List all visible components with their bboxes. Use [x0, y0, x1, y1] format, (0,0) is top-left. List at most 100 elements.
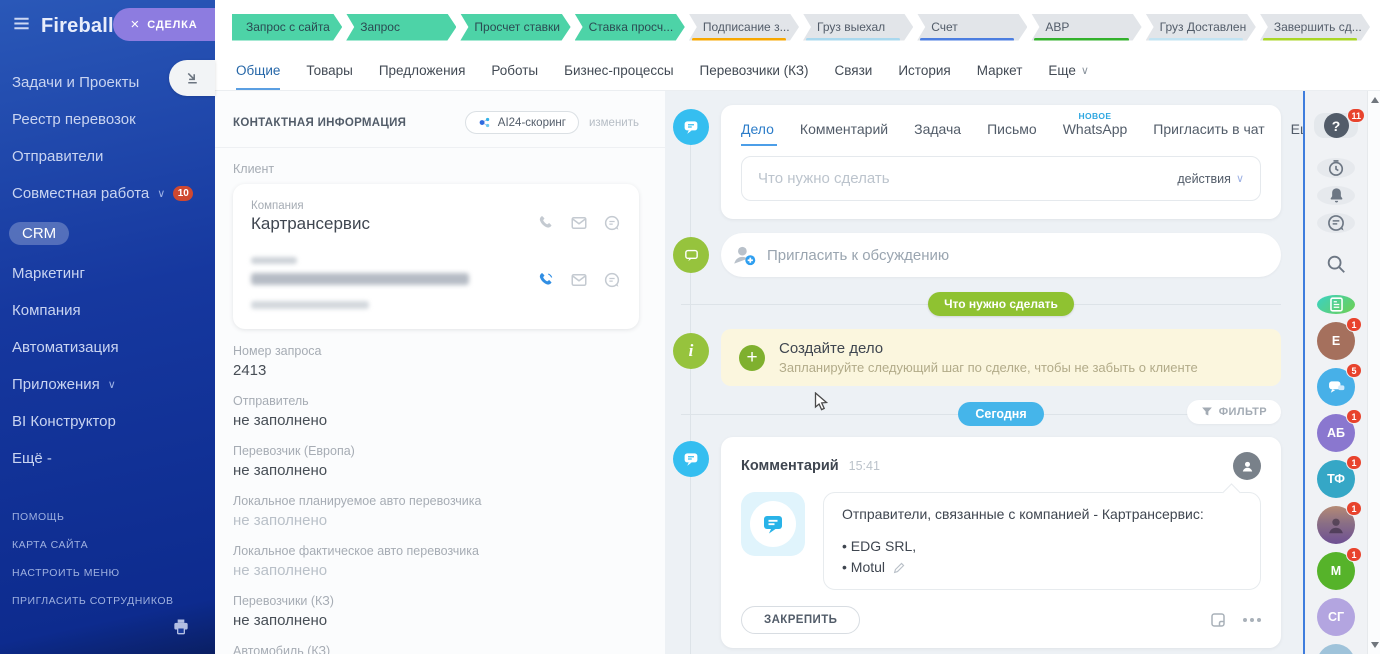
- stage-avr[interactable]: АВР: [1031, 14, 1141, 41]
- company-name[interactable]: Картрансервис: [251, 214, 537, 234]
- hamburger-menu-icon[interactable]: [12, 14, 31, 38]
- field-value[interactable]: не заполнено: [233, 562, 639, 579]
- sidebar-item-transport-registry[interactable]: Реестр перевозок: [0, 101, 215, 138]
- user-avatar[interactable]: 1 ТФ: [1317, 460, 1355, 498]
- tab-quotes[interactable]: Предложения: [366, 50, 479, 90]
- chat-icon[interactable]: [603, 271, 621, 294]
- composer-tab-label: Письмо: [987, 121, 1037, 137]
- edit-link[interactable]: изменить: [589, 117, 639, 129]
- user-avatar[interactable]: 1 АБ: [1317, 414, 1355, 452]
- stage-close-deal[interactable]: Завершить сд...: [1260, 14, 1370, 41]
- sidebar-invite-employees-link[interactable]: ПРИГЛАСИТЬ СОТРУДНИКОВ: [0, 587, 215, 615]
- field-value[interactable]: не заполнено: [233, 462, 639, 479]
- create-activity-hint[interactable]: + Создайте дело Запланируйте следующий ш…: [721, 329, 1281, 386]
- sidebar-item-label: Приложения: [12, 376, 100, 393]
- todo-input[interactable]: Что нужно сделать действия∨: [741, 156, 1261, 201]
- stage-request[interactable]: Запрос: [346, 14, 456, 41]
- phone-icon[interactable]: [537, 214, 555, 237]
- tab-general[interactable]: Общие: [223, 50, 293, 90]
- tab-robots[interactable]: Роботы: [478, 50, 551, 90]
- page-scrollbar[interactable]: [1367, 91, 1380, 654]
- stage-underline: [1263, 38, 1357, 41]
- composer-tab-comment[interactable]: Комментарий: [800, 121, 888, 146]
- printer-icon[interactable]: [171, 617, 191, 642]
- composer-tab-activity[interactable]: Дело: [741, 121, 774, 146]
- field-value[interactable]: не заполнено: [233, 612, 639, 629]
- filter-button[interactable]: ФИЛЬТР: [1187, 400, 1281, 424]
- stage-cargo-delivered[interactable]: Груз Доставлен: [1146, 14, 1256, 41]
- composer-tab-invite-to-chat[interactable]: Пригласить в чат: [1153, 121, 1264, 146]
- blurred-contact-name[interactable]: [251, 273, 469, 285]
- sidebar-item-company[interactable]: Компания: [0, 292, 215, 329]
- sidebar-sitemap-link[interactable]: КАРТА САЙТА: [0, 531, 215, 559]
- field-value[interactable]: не заполнено: [233, 512, 639, 529]
- stage-rate-calculation[interactable]: Просчет ставки: [460, 14, 570, 41]
- pencil-icon[interactable]: [893, 561, 906, 574]
- search-button[interactable]: [1317, 253, 1355, 275]
- company-label: Компания: [251, 200, 537, 212]
- chat-avatar[interactable]: 5: [1317, 368, 1355, 406]
- tab-carriers-kz[interactable]: Перевозчики (КЗ): [687, 50, 822, 90]
- stage-rate-calculated[interactable]: Ставка просч...: [575, 14, 685, 41]
- tab-more[interactable]: Еще∨: [1035, 50, 1102, 90]
- composer-tab-task[interactable]: Задача: [914, 121, 961, 146]
- composer-tab-email[interactable]: Письмо: [987, 121, 1037, 146]
- field-value[interactable]: 2413: [233, 362, 639, 379]
- tab-market[interactable]: Маркет: [964, 50, 1036, 90]
- plus-icon[interactable]: +: [739, 345, 765, 371]
- news-feed-button[interactable]: [1317, 295, 1355, 314]
- sidebar-item-more[interactable]: Ещё -: [0, 440, 215, 477]
- sidebar-item-collaboration[interactable]: Совместная работа ∨ 10: [0, 175, 215, 212]
- sidebar-item-senders[interactable]: Отправители: [0, 138, 215, 175]
- app-logo[interactable]: Fireball: [41, 15, 114, 38]
- stage-cargo-departed[interactable]: Груз выехал: [803, 14, 913, 41]
- pin-button[interactable]: ЗАКРЕПИТЬ: [741, 606, 860, 634]
- tab-business-processes[interactable]: Бизнес-процессы: [551, 50, 686, 90]
- sidebar-item-crm[interactable]: CRM: [0, 212, 215, 255]
- tab-links[interactable]: Связи: [822, 50, 886, 90]
- next-step-pill[interactable]: Что нужно сделать: [928, 292, 1074, 316]
- composer-tab-whatsapp[interactable]: НОВОЕWhatsApp: [1063, 121, 1128, 146]
- sidebar-configure-menu-link[interactable]: НАСТРОИТЬ МЕНЮ: [0, 559, 215, 587]
- messenger-button[interactable]: [1317, 213, 1355, 233]
- sidebar-item-bi-builder[interactable]: BI Конструктор: [0, 403, 215, 440]
- stage-signing[interactable]: Подписание з...: [689, 14, 799, 41]
- user-photo-avatar[interactable]: 1: [1317, 506, 1355, 544]
- mail-icon[interactable]: [570, 271, 588, 294]
- tab-products[interactable]: Товары: [293, 50, 365, 90]
- field-carriers-kz: Перевозчики (КЗ) не заполнено: [233, 594, 639, 629]
- author-avatar[interactable]: [1233, 452, 1261, 480]
- notifications-button[interactable]: [1317, 186, 1355, 205]
- note-icon[interactable]: [1209, 611, 1227, 629]
- user-avatar[interactable]: 1 E: [1317, 322, 1355, 360]
- help-button[interactable]: 11 ?: [1314, 113, 1358, 138]
- sidebar-item-automation[interactable]: Автоматизация: [0, 329, 215, 366]
- user-avatar[interactable]: 1 М: [1317, 552, 1355, 590]
- stage-request-from-site[interactable]: Запрос с сайта: [232, 14, 342, 41]
- phone-icon[interactable]: [537, 271, 555, 294]
- chat-icon[interactable]: [603, 214, 621, 237]
- ai-scoring-button[interactable]: AI24-скоринг: [465, 111, 579, 134]
- deal-entity-pill[interactable]: × СДЕЛКА: [113, 8, 215, 41]
- composer-tab-more[interactable]: Еще ∨: [1291, 121, 1303, 146]
- invite-placeholder: Пригласить к обсуждению: [767, 247, 949, 264]
- sidebar-item-apps[interactable]: Приложения ∨: [0, 366, 215, 403]
- mail-icon[interactable]: [570, 214, 588, 237]
- scroll-up-arrow-icon[interactable]: [1371, 97, 1379, 103]
- timer-button[interactable]: [1317, 158, 1355, 178]
- field-value[interactable]: не заполнено: [233, 412, 639, 429]
- today-pill[interactable]: Сегодня: [958, 402, 1043, 426]
- sidebar-item-marketing[interactable]: Маркетинг: [0, 255, 215, 292]
- user-avatar[interactable]: СГ: [1317, 598, 1355, 636]
- collapse-menu-button[interactable]: [169, 60, 215, 96]
- sidebar-help-link[interactable]: ПОМОЩЬ: [0, 503, 215, 531]
- scroll-down-arrow-icon[interactable]: [1371, 642, 1379, 648]
- close-icon[interactable]: ×: [131, 17, 140, 32]
- field-label: Отправитель: [233, 394, 639, 408]
- actions-dropdown[interactable]: действия∨: [1177, 172, 1244, 186]
- more-options-icon[interactable]: [1243, 618, 1261, 622]
- user-avatar[interactable]: OS: [1317, 644, 1355, 654]
- invite-to-discussion-bar[interactable]: Пригласить к обсуждению: [721, 233, 1281, 277]
- stage-invoice[interactable]: Счет: [917, 14, 1027, 41]
- tab-history[interactable]: История: [885, 50, 963, 90]
